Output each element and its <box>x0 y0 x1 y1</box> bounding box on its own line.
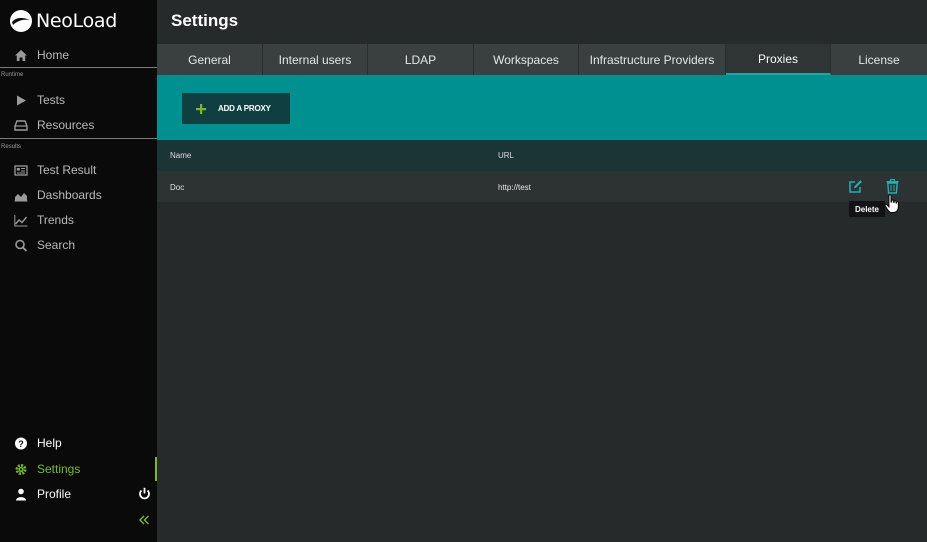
table-header: Name URL <box>157 140 927 171</box>
sidebar-item-label: Trends <box>37 213 74 227</box>
tab-proxies[interactable]: Proxies <box>726 44 831 75</box>
sidebar-item-label: Resources <box>37 118 95 132</box>
sidebar-item-label: Dashboards <box>37 188 102 202</box>
sidebar-item-test-result[interactable]: Test Result <box>0 158 157 182</box>
sidebar-item-search[interactable]: Search <box>0 233 157 257</box>
table-row[interactable]: Doc http://test <box>157 171 927 202</box>
help-icon: ? <box>13 436 29 450</box>
area-chart-icon <box>13 188 29 202</box>
sidebar-item-trends[interactable]: Trends <box>0 208 157 232</box>
sidebar-item-profile[interactable]: Profile <box>0 482 157 506</box>
sidebar-item-label: Profile <box>37 487 72 501</box>
section-label-results: Results <box>1 144 22 150</box>
line-chart-icon <box>13 213 29 227</box>
plus-icon <box>196 103 206 114</box>
neoload-logo[interactable]: NeoLoad <box>9 8 117 34</box>
sidebar-item-dashboards[interactable]: Dashboards <box>0 183 157 207</box>
add-proxy-button[interactable]: ADD A PROXY <box>182 93 290 124</box>
sidebar-item-label: Help <box>37 436 62 450</box>
tab-internal-users[interactable]: Internal users <box>263 44 368 75</box>
divider <box>0 138 157 139</box>
sidebar-item-label: Test Result <box>37 163 97 177</box>
tab-license[interactable]: License <box>831 44 927 75</box>
play-icon <box>13 93 29 107</box>
tab-general[interactable]: General <box>157 44 263 75</box>
hand-pointer-cursor-icon <box>884 194 899 213</box>
tab-workspaces[interactable]: Workspaces <box>474 44 579 75</box>
page-title: Settings <box>171 11 239 30</box>
proxies-toolbar: ADD A PROXY <box>157 75 927 140</box>
main-content: Settings General Internal users LDAP Wor… <box>157 0 927 542</box>
hdd-icon <box>13 118 29 132</box>
chevron-double-left-icon[interactable] <box>137 513 151 527</box>
settings-tabs: General Internal users LDAP Workspaces I… <box>157 44 927 75</box>
sidebar-item-label: Settings <box>37 462 81 476</box>
sidebar-item-home[interactable]: Home <box>0 43 157 67</box>
edit-icon[interactable] <box>848 179 863 194</box>
section-label-runtime: Runtime <box>1 72 24 78</box>
divider <box>0 67 157 68</box>
sidebar-item-label: Search <box>37 238 76 252</box>
delete-tooltip: Delete <box>849 201 885 217</box>
sidebar-item-settings[interactable]: Settings <box>0 457 157 481</box>
list-card-icon <box>13 163 29 177</box>
neoload-logo-icon <box>10 10 32 32</box>
sidebar-item-label: Tests <box>37 93 66 107</box>
app-window: NeoLoad Home Runtime Tests Resources Res… <box>0 0 927 542</box>
sidebar-item-help[interactable]: ? Help <box>0 431 157 455</box>
column-header-url[interactable]: URL <box>498 151 514 160</box>
sidebar: NeoLoad Home Runtime Tests Resources Res… <box>0 0 157 542</box>
cell-url: http://test <box>498 183 531 192</box>
power-icon[interactable] <box>138 487 151 500</box>
tab-ldap[interactable]: LDAP <box>368 44 474 75</box>
trash-icon[interactable] <box>886 179 899 194</box>
cell-name: Doc <box>170 183 185 192</box>
gear-icon <box>13 462 29 476</box>
add-proxy-label: ADD A PROXY <box>218 104 271 113</box>
search-icon <box>13 238 29 252</box>
logo-text: NeoLoad <box>36 10 118 32</box>
user-icon <box>13 487 29 501</box>
svg-text:?: ? <box>18 439 24 449</box>
column-header-name[interactable]: Name <box>170 151 191 160</box>
tab-infrastructure-providers[interactable]: Infrastructure Providers <box>579 44 726 75</box>
sidebar-item-tests[interactable]: Tests <box>0 88 157 112</box>
sidebar-item-resources[interactable]: Resources <box>0 113 157 137</box>
sidebar-item-label: Home <box>37 48 70 62</box>
home-icon <box>13 48 29 62</box>
